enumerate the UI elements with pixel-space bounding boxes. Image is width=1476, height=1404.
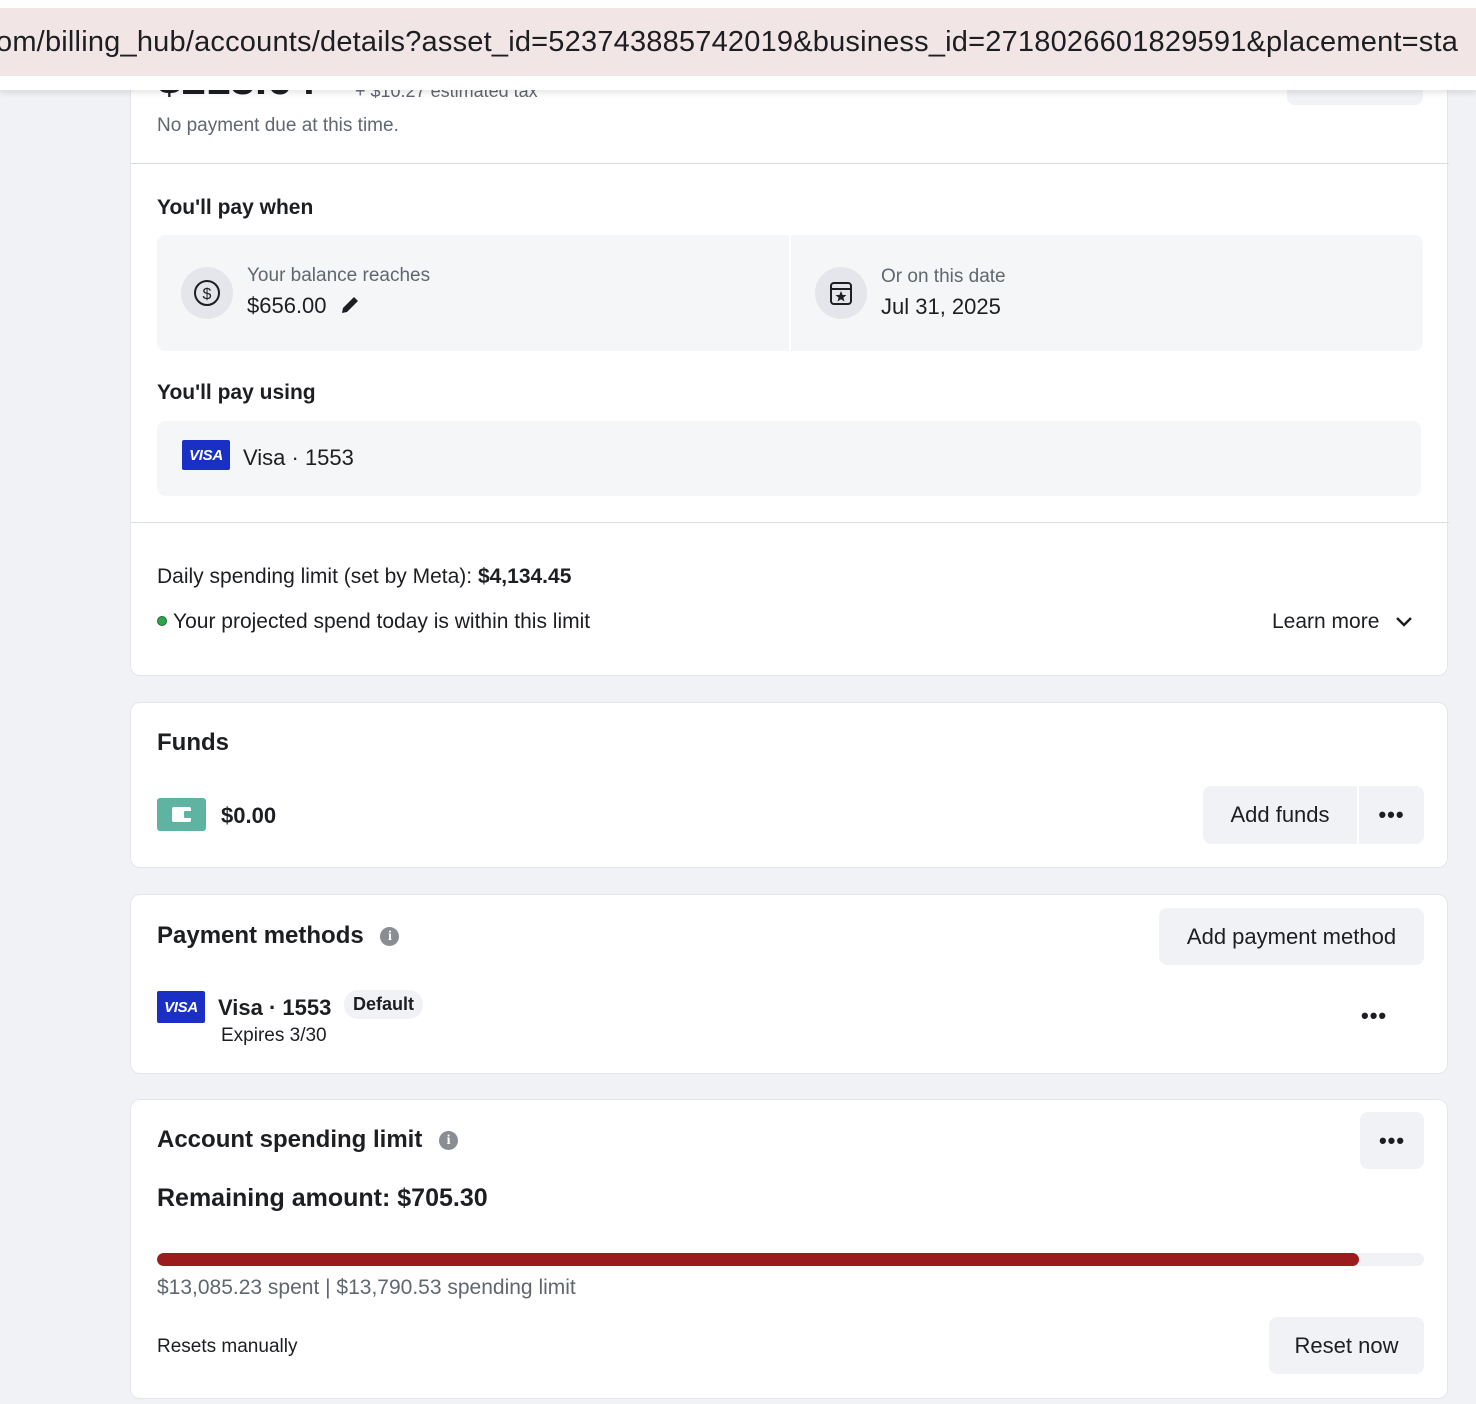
default-badge: Default: [344, 990, 424, 1019]
funds-balance: $0.00: [221, 803, 277, 828]
chevron-down-icon[interactable]: [1395, 610, 1413, 634]
svg-text:$: $: [203, 286, 212, 303]
reset-now-button[interactable]: Reset now: [1269, 1317, 1424, 1374]
spend-progress-track: [157, 1253, 1424, 1266]
learn-more-label[interactable]: Learn more: [1272, 610, 1379, 634]
add-funds-button[interactable]: Add funds: [1203, 786, 1357, 844]
payment-methods-card: Payment methods i Add payment method VIS…: [130, 894, 1448, 1074]
wallet-icon: [157, 798, 206, 831]
more-dots-icon[interactable]: •••: [1378, 804, 1404, 826]
account-spending-limit-card: Account spending limit i ••• Remaining a…: [130, 1099, 1448, 1399]
no-payment-text: No payment due at this time.: [157, 115, 399, 136]
spend-progress-fill: [157, 1253, 1360, 1266]
spending-limit-title: Account spending limit i: [157, 1126, 459, 1154]
reset-frequency: Resets manually: [157, 1336, 298, 1357]
projection-text: Your projected spend today is within thi…: [173, 610, 591, 633]
edit-pencil-icon[interactable]: [339, 294, 361, 321]
spending-limit-more-button[interactable]: •••: [1360, 1112, 1424, 1169]
daily-limit-line: Daily spending limit (set by Meta): $4,1…: [157, 565, 571, 589]
url-field[interactable]: om/billing_hub/accounts/details?asset_id…: [0, 8, 1476, 76]
payment-card-label: Visa · 1553: [218, 995, 332, 1020]
balance-label: Your balance reaches: [247, 265, 431, 286]
pay-using-title: You'll pay using: [157, 381, 316, 404]
pay-using-panel: VISA Visa · 1553: [157, 421, 1421, 496]
url-text[interactable]: om/billing_hub/accounts/details?asset_id…: [0, 26, 1458, 59]
card-expiry: Expires 3/30: [221, 1025, 327, 1046]
visa-logo-icon: VISA: [182, 440, 230, 470]
daily-limit-label: Daily spending limit (set by Meta):: [157, 565, 478, 588]
payment-methods-title: Payment methods i: [157, 922, 400, 950]
balance-value: $656.00: [247, 293, 327, 318]
more-dots-icon[interactable]: •••: [1379, 1129, 1405, 1152]
funds-title: Funds: [157, 729, 229, 756]
spent-summary: $13,085.23 spent | $13,790.53 spending l…: [157, 1276, 576, 1299]
date-label: Or on this date: [881, 266, 1006, 287]
spending-limit-title-text: Account spending limit: [157, 1126, 423, 1153]
add-payment-method-button[interactable]: Add payment method: [1159, 908, 1424, 965]
billing-summary-card: $213.64 + $10.27 estimated tax No paymen…: [130, 30, 1449, 676]
funds-card: Funds $0.00 Add funds •••: [130, 702, 1448, 868]
divider: [131, 163, 1449, 164]
info-icon[interactable]: i: [439, 1131, 459, 1151]
info-icon[interactable]: i: [380, 927, 400, 947]
status-dot-icon: [157, 616, 167, 626]
dollar-circle-icon: $: [181, 267, 233, 319]
more-dots-icon[interactable]: •••: [1361, 1003, 1387, 1028]
browser-url-bar[interactable]: om/billing_hub/accounts/details?asset_id…: [0, 0, 1476, 90]
date-threshold-panel: Or on this date Jul 31, 2025: [791, 235, 1423, 351]
date-value: Jul 31, 2025: [881, 294, 1001, 319]
visa-logo-icon: VISA: [157, 991, 205, 1023]
daily-limit-value: $4,134.45: [477, 565, 572, 588]
payment-methods-title-text: Payment methods: [157, 922, 364, 949]
divider: [131, 522, 1449, 523]
balance-threshold-panel: $ Your balance reaches $656.00: [157, 235, 789, 351]
payment-method-more-button[interactable]: •••: [1361, 1005, 1387, 1028]
pay-when-title: You'll pay when: [157, 196, 314, 219]
funds-more-button[interactable]: •••: [1359, 786, 1424, 844]
learn-more-toggle[interactable]: Learn more: [1272, 610, 1413, 634]
remaining-amount: Remaining amount: $705.30: [157, 1184, 488, 1212]
pay-using-card-label: Visa · 1553: [243, 445, 354, 470]
calendar-star-icon: [815, 267, 867, 319]
